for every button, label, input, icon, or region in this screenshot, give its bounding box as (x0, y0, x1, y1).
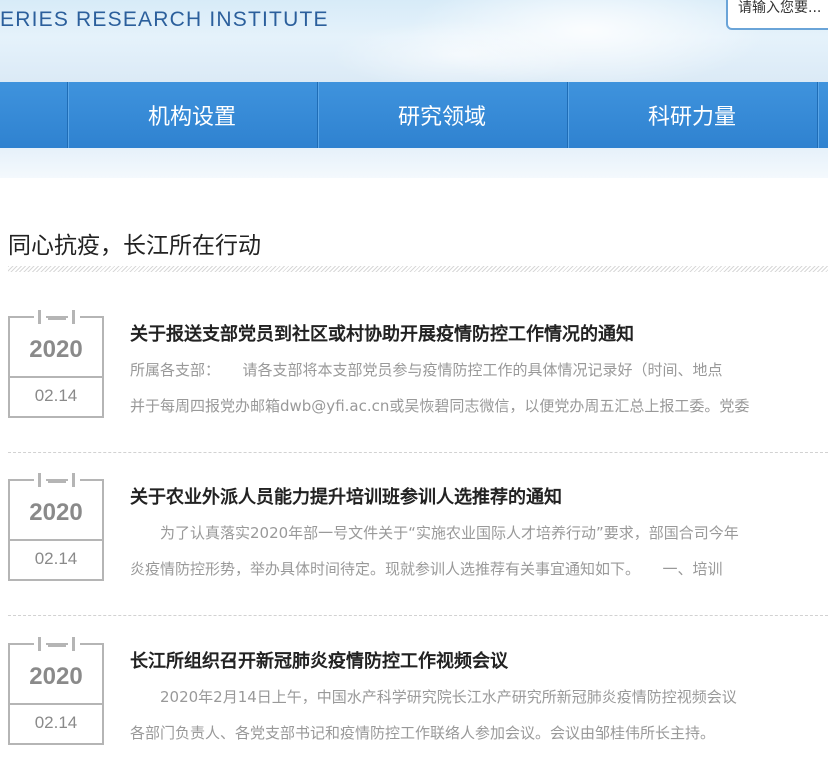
date-day: 02.14 (34, 549, 78, 568)
search-input[interactable] (738, 0, 828, 16)
date-badge: 2020 02.14 (8, 473, 104, 581)
date-year: 2020 (29, 663, 83, 690)
date-year: 2020 (29, 499, 83, 526)
nav-item-research-fields[interactable]: 研究领域 (317, 82, 566, 148)
news-divider (8, 452, 828, 453)
news-item: 2020 02.14 关于报送支部党员到社区或村协助开展疫情防控工作情况的通知 … (0, 304, 828, 434)
nav-item-overflow[interactable] (817, 82, 828, 148)
section-title-rule (8, 266, 828, 272)
news-summary-line: 并于每周四报党办邮箱dwb@yfi.ac.cn或吴恢碧同志微信，以便党办周五汇总… (130, 397, 750, 415)
institute-name: ERIES RESEARCH INSTITUTE (0, 8, 329, 31)
news-summary-line: 炎疫情防控形势，举办具体时间待定。现就参训人选推荐有关事宜通知如下。 一、培训 (130, 560, 723, 578)
news-title-link[interactable]: 长江所组织召开新冠肺炎疫情防控工作视频会议 (130, 647, 508, 673)
section-title: 同心抗疫，长江所在行动 (8, 233, 261, 259)
site-header: ERIES RESEARCH INSTITUTE (0, 0, 828, 82)
news-summary-line: 所属各支部： 请各支部将本支部党员参与疫情防控工作的具体情况记录好（时间、地点 (130, 361, 723, 379)
news-item: 2020 02.14 关于农业外派人员能力提升培训班参训人选推荐的通知 为了认真… (0, 467, 828, 597)
main-nav: 机构设置 研究领域 科研力量 (0, 82, 828, 148)
search-box[interactable] (726, 0, 828, 30)
date-day: 02.14 (34, 386, 78, 405)
news-divider (8, 615, 828, 616)
date-year: 2020 (29, 336, 83, 363)
news-item: 2020 02.14 长江所组织召开新冠肺炎疫情防控工作视频会议 2020年2月… (0, 631, 828, 761)
nav-item-research-strength[interactable]: 科研力量 (567, 82, 816, 148)
news-title-link[interactable]: 关于农业外派人员能力提升培训班参训人选推荐的通知 (130, 483, 562, 509)
date-badge: 2020 02.14 (8, 310, 104, 418)
header-glow-secondary (330, 20, 590, 82)
news-title-link[interactable]: 关于报送支部党员到社区或村协助开展疫情防控工作情况的通知 (130, 320, 634, 346)
news-summary-line: 为了认真落实2020年部一号文件关于“实施农业国际人才培养行动”要求，部国合司今… (130, 524, 739, 542)
nav-item-organization[interactable]: 机构设置 (67, 82, 316, 148)
news-summary-line: 2020年2月14日上午，中国水产科学研究院长江水产研究所新冠肺炎疫情防控视频会… (130, 688, 737, 706)
nav-sub-band (0, 148, 828, 178)
date-badge: 2020 02.14 (8, 637, 104, 745)
news-summary-line: 各部门负责人、各党支部书记和疫情防控工作联络人参加会议。会议由邹桂伟所长主持。 (130, 724, 716, 742)
date-day: 02.14 (34, 713, 78, 732)
